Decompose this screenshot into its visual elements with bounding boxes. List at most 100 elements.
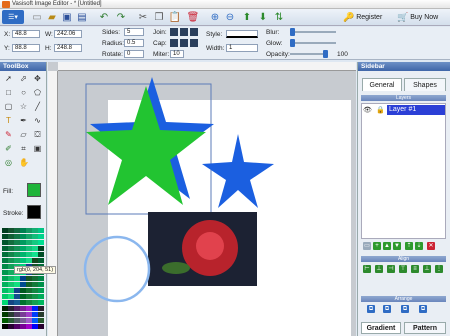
sides-field[interactable]: 5 [124, 28, 144, 36]
text-icon[interactable]: T [4, 116, 13, 125]
palette-swatch[interactable] [38, 228, 44, 233]
delete-layer-icon[interactable]: ✕ [427, 242, 435, 250]
tab-pattern[interactable]: Pattern [404, 322, 446, 334]
palette-swatch[interactable] [38, 318, 44, 323]
save-as-icon[interactable]: ▤ [75, 10, 89, 24]
distribute-icon[interactable]: ⋮ [435, 265, 443, 273]
canvas-drawing[interactable] [48, 62, 356, 336]
flip-icon[interactable]: ⇅ [272, 10, 286, 24]
delete-icon[interactable]: 🗑 [186, 10, 200, 24]
star-icon[interactable]: ☆ [19, 102, 28, 111]
layer-item[interactable]: Layer #1 [387, 105, 445, 115]
add-layer-icon[interactable]: + [373, 242, 381, 250]
copy-icon[interactable]: ❐ [152, 10, 166, 24]
align-middle-icon[interactable]: ≡ [411, 265, 419, 273]
stroke-width-field[interactable]: 1 [226, 44, 258, 52]
zoom-tool-icon[interactable]: ◎ [4, 158, 13, 167]
image-icon[interactable]: ▣ [33, 144, 42, 153]
rotate-field[interactable]: 0 [124, 50, 144, 58]
pen-icon[interactable]: ✒ [19, 116, 28, 125]
align-right-icon[interactable]: ⊣ [387, 265, 395, 273]
join-bevel-icon[interactable] [190, 28, 198, 36]
line-icon[interactable]: ╱ [33, 102, 42, 111]
palette-swatch[interactable] [38, 258, 44, 263]
undo-icon[interactable]: ↶ [97, 10, 111, 24]
cap-round-icon[interactable] [180, 39, 188, 47]
layers-list[interactable] [361, 103, 446, 239]
eraser-icon[interactable]: ▱ [19, 130, 28, 139]
bring-forward-icon[interactable]: ⧉ [383, 305, 391, 313]
height-field[interactable]: 248.8 [54, 44, 82, 52]
width-field[interactable]: 242.06 [54, 30, 82, 38]
tab-general[interactable]: General [362, 78, 402, 91]
fill-color-swatch[interactable] [27, 183, 41, 197]
radius-field[interactable]: 0.5 [124, 39, 144, 47]
bring-front-icon[interactable]: ⧉ [367, 305, 375, 313]
lock-icon[interactable]: 🔒 [376, 106, 385, 114]
align-center-icon[interactable]: ⊥ [375, 265, 383, 273]
paste-icon[interactable]: 📋 [168, 10, 182, 24]
send-backward-icon[interactable]: ⧉ [401, 305, 409, 313]
opacity-slider-thumb[interactable] [323, 50, 328, 58]
glow-slider[interactable] [290, 42, 336, 44]
color-palette[interactable] [2, 228, 46, 334]
join-round-icon[interactable] [180, 28, 188, 36]
new-file-icon[interactable]: ▭ [30, 10, 44, 24]
eye-icon[interactable]: 👁 [363, 106, 372, 114]
hand-icon[interactable]: ✋ [19, 158, 29, 167]
glow-slider-thumb[interactable] [290, 39, 295, 47]
bezier-icon[interactable]: ∿ [33, 116, 42, 125]
zoom-out-icon[interactable]: ⊖ [223, 10, 237, 24]
layer-up-icon[interactable]: ⬆ [240, 10, 254, 24]
align-left-icon[interactable]: ⊢ [363, 265, 371, 273]
join-miter-icon[interactable] [170, 28, 178, 36]
palette-swatch[interactable] [38, 276, 44, 281]
rectangle-icon[interactable]: □ [4, 88, 13, 97]
save-icon[interactable]: ▣ [60, 10, 74, 24]
move-up-icon[interactable]: ▲ [383, 242, 391, 250]
rounded-rect-icon[interactable]: ▢ [4, 102, 13, 111]
palette-swatch[interactable] [38, 282, 44, 287]
y-field[interactable]: 88.8 [12, 44, 40, 52]
palette-swatch[interactable] [38, 312, 44, 317]
node-edit-icon[interactable]: ⬀ [19, 74, 28, 83]
cut-icon[interactable]: ✂ [136, 10, 150, 24]
redo-icon[interactable]: ↷ [114, 10, 128, 24]
move-down-icon[interactable]: ▼ [393, 242, 401, 250]
eyedropper-icon[interactable]: ✐ [4, 144, 13, 153]
style-select[interactable] [226, 30, 258, 38]
palette-swatch[interactable] [38, 294, 44, 299]
send-back-icon[interactable]: ⧉ [419, 305, 427, 313]
align-top-icon[interactable]: ⊤ [399, 265, 407, 273]
ellipse-icon[interactable]: ○ [19, 88, 28, 97]
stroke-color-swatch[interactable] [27, 205, 41, 219]
merge-up-icon[interactable]: ⇡ [405, 242, 413, 250]
palette-swatch[interactable] [38, 252, 44, 257]
palette-swatch[interactable] [38, 240, 44, 245]
canvas-workspace[interactable]: rgb(0, 204, 51) [14, 62, 356, 336]
cap-butt-icon[interactable] [170, 39, 178, 47]
brush-icon[interactable]: ✎ [4, 130, 13, 139]
fill-bucket-icon[interactable]: ⛋ [33, 130, 42, 139]
tab-shapes[interactable]: Shapes [404, 78, 446, 91]
x-field[interactable]: 48.8 [12, 30, 40, 38]
pan-icon[interactable]: ✥ [33, 74, 42, 83]
miter-field[interactable]: 10 [170, 50, 184, 58]
align-bottom-icon[interactable]: ⊥ [423, 265, 431, 273]
cap-square-icon[interactable] [190, 39, 198, 47]
palette-swatch[interactable] [38, 306, 44, 311]
zoom-in-icon[interactable]: ⊕ [208, 10, 222, 24]
pointer-icon[interactable]: ➚ [4, 74, 13, 83]
crop-icon[interactable]: ⌗ [19, 144, 28, 153]
open-folder-icon[interactable]: ▰ [45, 10, 59, 24]
palette-swatch[interactable] [38, 324, 44, 329]
palette-swatch[interactable] [38, 246, 44, 251]
menu-button[interactable]: ☰▾ [2, 10, 24, 24]
register-button[interactable]: 🔑 Register [343, 12, 382, 23]
blur-slider[interactable] [290, 31, 336, 33]
blur-slider-thumb[interactable] [290, 28, 295, 36]
layer-down-icon[interactable]: ⬇ [256, 10, 270, 24]
palette-swatch[interactable] [38, 288, 44, 293]
palette-swatch[interactable] [38, 300, 44, 305]
new-layer-icon[interactable]: ▭ [363, 242, 371, 250]
